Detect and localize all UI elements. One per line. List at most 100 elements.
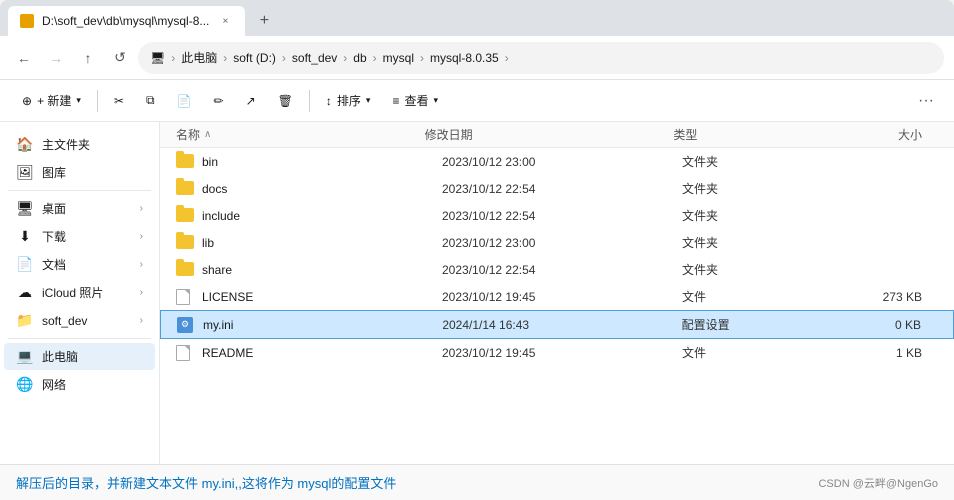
sidebar-item-network[interactable]: 🌐 网络 <box>4 371 155 398</box>
breadcrumb-soft[interactable]: soft (D:) <box>233 51 276 65</box>
gallery-icon: 🖼 <box>16 164 34 181</box>
delete-button[interactable]: 🗑 <box>268 85 303 117</box>
file-size: 273 KB <box>826 290 938 304</box>
file-name: include <box>202 209 442 223</box>
column-name[interactable]: 名称 ∧ <box>176 126 425 143</box>
back-button[interactable]: ← <box>10 44 38 72</box>
file-name: my.ini <box>203 318 442 332</box>
folder-icon <box>176 181 196 197</box>
sort-arrow-icon: ∧ <box>204 129 211 140</box>
sidebar-item-softdev[interactable]: 📁 soft_dev › <box>4 307 155 334</box>
credit-text: CSDN @云畔@NgenGo <box>818 475 938 491</box>
copy-icon: ⧉ <box>146 93 155 108</box>
file-row-docs[interactable]: docs 2023/10/12 22:54 文件夹 <box>160 175 954 202</box>
tab-close-button[interactable]: × <box>217 13 233 29</box>
file-type: 文件夹 <box>682 207 826 224</box>
delete-icon: 🗑 <box>278 94 293 108</box>
share-button[interactable]: ↗ <box>236 85 266 117</box>
file-name: LICENSE <box>202 290 442 304</box>
home-icon: 🏠 <box>16 136 34 153</box>
new-icon: ⊕ <box>22 94 32 108</box>
sidebar-item-downloads[interactable]: ⬇ 下载 › <box>4 223 155 250</box>
softdev-folder-icon: 📁 <box>16 312 34 329</box>
address-bar[interactable]: 🖥 › 此电脑 › soft (D:) › soft_dev › db › my… <box>138 42 944 74</box>
sidebar-item-desktop[interactable]: 🖥 桌面 › <box>4 195 155 222</box>
sidebar-item-home[interactable]: 🏠 主文件夹 <box>4 131 155 158</box>
breadcrumb-mysql[interactable]: mysql <box>383 51 414 65</box>
file-row-readme[interactable]: README 2023/10/12 19:45 文件 1 KB <box>160 339 954 366</box>
file-row-lib[interactable]: lib 2023/10/12 23:00 文件夹 <box>160 229 954 256</box>
thispc-icon: 💻 <box>16 348 34 365</box>
more-button[interactable]: ··· <box>910 85 942 117</box>
copy-button[interactable]: ⧉ <box>136 85 165 117</box>
file-date: 2023/10/12 23:00 <box>442 236 682 250</box>
file-date: 2023/10/12 22:54 <box>442 263 682 277</box>
view-button[interactable]: ≡ 查看 ▾ <box>382 85 448 117</box>
sidebar-item-documents[interactable]: 📄 文档 › <box>4 251 155 278</box>
ini-icon <box>177 317 197 333</box>
file-row-license[interactable]: LICENSE 2023/10/12 19:45 文件 273 KB <box>160 283 954 310</box>
breadcrumb-softdev[interactable]: soft_dev <box>292 51 337 65</box>
desktop-arrow-icon: › <box>140 203 143 214</box>
column-name-label: 名称 <box>176 126 200 143</box>
downloads-icon: ⬇ <box>16 228 34 245</box>
file-row-include[interactable]: include 2023/10/12 22:54 文件夹 <box>160 202 954 229</box>
sort-label: 排序 <box>337 92 361 109</box>
file-row-myini[interactable]: my.ini 2024/1/14 16:43 配置设置 0 KB <box>160 310 954 339</box>
file-row-share[interactable]: share 2023/10/12 22:54 文件夹 <box>160 256 954 283</box>
sidebar-label-network: 网络 <box>42 376 66 393</box>
rename-button[interactable]: ✏ <box>204 85 234 117</box>
up-button[interactable]: ↑ <box>74 44 102 72</box>
file-icon <box>176 289 196 305</box>
breadcrumb-db[interactable]: db <box>353 51 366 65</box>
new-button[interactable]: ⊕ + 新建 ▾ <box>12 85 91 117</box>
forward-button[interactable]: → <box>42 44 70 72</box>
column-date[interactable]: 修改日期 <box>425 126 674 143</box>
file-rows-container: bin 2023/10/12 23:00 文件夹 docs 2023/10/12… <box>160 148 954 366</box>
refresh-button[interactable]: ↺ <box>106 44 134 72</box>
column-size[interactable]: 大小 <box>823 126 938 143</box>
folder-icon <box>176 154 196 170</box>
icloud-arrow-icon: › <box>140 287 143 298</box>
sidebar-label-softdev: soft_dev <box>42 314 87 328</box>
column-size-label: 大小 <box>898 128 922 142</box>
file-type: 文件夹 <box>682 180 826 197</box>
sidebar-label-gallery: 图库 <box>42 164 66 181</box>
tab-bar: D:\soft_dev\db\mysql\mysql-8... × + <box>0 0 954 36</box>
nav-bar: ← → ↑ ↺ 🖥 › 此电脑 › soft (D:) › soft_dev ›… <box>0 36 954 80</box>
sidebar-item-icloud[interactable]: ☁ iCloud 照片 › <box>4 279 155 306</box>
sidebar-label-desktop: 桌面 <box>42 200 66 217</box>
file-name: docs <box>202 182 442 196</box>
file-date: 2023/10/12 23:00 <box>442 155 682 169</box>
new-tab-button[interactable]: + <box>249 6 279 36</box>
file-type: 配置设置 <box>682 316 826 333</box>
view-icon: ≡ <box>392 94 399 108</box>
breadcrumb-mysql-version[interactable]: mysql-8.0.35 <box>430 51 499 65</box>
paste-button[interactable]: 📄 <box>167 85 202 117</box>
file-list-header: 名称 ∧ 修改日期 类型 大小 <box>160 122 954 148</box>
paste-icon: 📄 <box>177 94 192 108</box>
column-date-label: 修改日期 <box>425 128 473 142</box>
sidebar-item-thispc[interactable]: 💻 此电脑 <box>4 343 155 370</box>
sidebar-label-thispc: 此电脑 <box>42 348 78 365</box>
file-type: 文件 <box>682 288 826 305</box>
view-chevron-icon: ▾ <box>433 95 438 106</box>
sidebar: 🏠 主文件夹 🖼 图库 🖥 桌面 › ⬇ 下载 › 📄 文档 › <box>0 122 160 464</box>
breadcrumb-thispc[interactable]: 此电脑 <box>181 49 217 66</box>
sidebar-item-gallery[interactable]: 🖼 图库 <box>4 159 155 186</box>
file-size: 0 KB <box>825 318 937 332</box>
separator-2 <box>309 90 310 112</box>
column-type[interactable]: 类型 <box>673 126 822 143</box>
active-tab[interactable]: D:\soft_dev\db\mysql\mysql-8... × <box>8 6 245 36</box>
file-date: 2023/10/12 22:54 <box>442 182 682 196</box>
folder-icon <box>176 208 196 224</box>
cut-button[interactable]: ✂ <box>104 85 134 117</box>
file-size: 1 KB <box>826 346 938 360</box>
browser-frame: D:\soft_dev\db\mysql\mysql-8... × + ← → … <box>0 0 954 500</box>
file-list: 名称 ∧ 修改日期 类型 大小 bin 2023/10/12 23:00 文件夹 <box>160 122 954 464</box>
file-name: share <box>202 263 442 277</box>
sort-button[interactable]: ↕ 排序 ▾ <box>316 85 381 117</box>
file-type: 文件 <box>682 344 826 361</box>
file-row-bin[interactable]: bin 2023/10/12 23:00 文件夹 <box>160 148 954 175</box>
file-date: 2023/10/12 19:45 <box>442 290 682 304</box>
